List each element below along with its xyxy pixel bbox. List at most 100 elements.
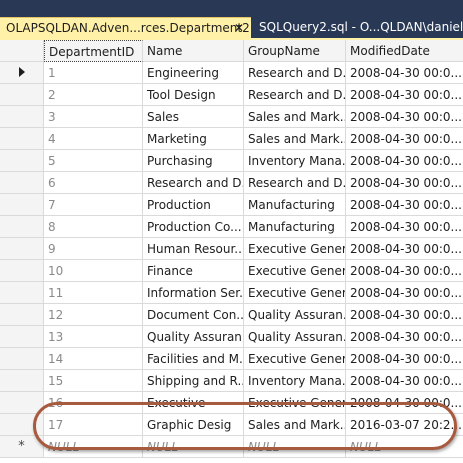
row-selector[interactable]: [0, 194, 44, 216]
row-selector[interactable]: [0, 304, 44, 326]
cell-departmentid[interactable]: 14: [44, 348, 143, 370]
cell-groupname[interactable]: Research and D...: [244, 62, 346, 84]
cell-name[interactable]: Quality Assuran...: [143, 326, 244, 348]
cell-name[interactable]: Production Co...: [143, 216, 244, 238]
row-selector[interactable]: [0, 238, 44, 260]
cell-modifieddate[interactable]: 2008-04-30 00:0...: [346, 62, 463, 84]
row-selector[interactable]: [0, 282, 44, 304]
cell-modifieddate[interactable]: 2008-04-30 00:0...: [346, 150, 463, 172]
cell-departmentid[interactable]: 12: [44, 304, 143, 326]
column-header-modifieddate[interactable]: ModifiedDate: [346, 40, 463, 62]
cell-modifieddate[interactable]: 2008-04-30 00:0...: [346, 128, 463, 150]
row-selector[interactable]: [0, 150, 44, 172]
cell-name[interactable]: Finance: [143, 260, 244, 282]
cell-name[interactable]: Shipping and R...: [143, 370, 244, 392]
table-row[interactable]: 9Human Resour...Executive Gener...2008-0…: [0, 238, 463, 260]
cell-departmentid[interactable]: 9: [44, 238, 143, 260]
row-selector[interactable]: [0, 370, 44, 392]
cell-departmentid[interactable]: 10: [44, 260, 143, 282]
cell-modifieddate[interactable]: 2008-04-30 00:0...: [346, 282, 463, 304]
cell-modifieddate[interactable]: 2008-04-30 00:0...: [346, 260, 463, 282]
cell-departmentid[interactable]: 2: [44, 84, 143, 106]
cell-name[interactable]: Facilities and M...: [143, 348, 244, 370]
row-selector[interactable]: [0, 326, 44, 348]
document-tab-strip: OLAPSQLDAN.Adven...rces.Department2 ✕ SQ…: [0, 0, 463, 40]
column-header-groupname[interactable]: GroupName: [244, 40, 346, 62]
cell-groupname[interactable]: Manufacturing: [244, 216, 346, 238]
table-row[interactable]: 1 Engineering Research and D... 2008-04-30 …: [0, 62, 463, 84]
table-row[interactable]: 12 Document Con... Quality Assuran... 2008-…: [0, 304, 463, 326]
table-row[interactable]: 2 Tool Design Research and D... 2008-04-30 …: [0, 84, 463, 106]
cell-departmentid[interactable]: 7: [44, 194, 143, 216]
cell-name[interactable]: Research and D...: [143, 172, 244, 194]
grid-header-row: DepartmentID Name GroupName ModifiedDate: [0, 40, 463, 62]
cell-modifieddate[interactable]: 2008-04-30 00:0...: [346, 238, 463, 260]
cell-groupname[interactable]: Executive Gener...: [244, 348, 346, 370]
cell-modifieddate[interactable]: 2008-04-30 00:0...: [346, 216, 463, 238]
cell-groupname[interactable]: Research and D...: [244, 172, 346, 194]
column-header-departmentid[interactable]: DepartmentID: [44, 40, 143, 62]
row-selector[interactable]: [0, 348, 44, 370]
cell-groupname[interactable]: Quality Assuran...: [244, 304, 346, 326]
cell-groupname[interactable]: Executive Gener...: [244, 238, 346, 260]
table-row[interactable]: 6 Research and D... Research and D... 2008-…: [0, 172, 463, 194]
cell-name[interactable]: Information Ser...: [143, 282, 244, 304]
cell-departmentid[interactable]: 3: [44, 106, 143, 128]
cell-groupname[interactable]: Inventory Mana...: [244, 370, 346, 392]
cell-groupname[interactable]: Executive Gener...: [244, 282, 346, 304]
table-row[interactable]: 14Facilities and M...Executive Gener...2…: [0, 348, 463, 370]
cell-name[interactable]: Human Resour...: [143, 238, 244, 260]
cell-name[interactable]: Engineering: [143, 62, 244, 84]
table-row[interactable]: 11Information Ser...Executive Gener...20…: [0, 282, 463, 304]
cell-modifieddate[interactable]: 2008-04-30 00:0...: [346, 106, 463, 128]
cell-modifieddate[interactable]: 2008-04-30 00:0...: [346, 304, 463, 326]
row-selector[interactable]: [0, 106, 44, 128]
cell-departmentid[interactable]: 8: [44, 216, 143, 238]
table-row[interactable]: 4 Marketing Sales and Mark... 2008-04-30 00…: [0, 128, 463, 150]
tab-department2[interactable]: OLAPSQLDAN.Adven...rces.Department2 ✕: [0, 17, 251, 38]
cell-departmentid[interactable]: 4: [44, 128, 143, 150]
cell-groupname[interactable]: Research and D...: [244, 84, 346, 106]
cell-departmentid[interactable]: 5: [44, 150, 143, 172]
row-selector[interactable]: [0, 260, 44, 282]
row-selector[interactable]: [0, 84, 44, 106]
cell-modifieddate[interactable]: 2008-04-30 00:0...: [346, 348, 463, 370]
cell-name[interactable]: Marketing: [143, 128, 244, 150]
cell-groupname[interactable]: Inventory Mana...: [244, 150, 346, 172]
cell-departmentid[interactable]: 1: [44, 62, 143, 84]
cell-name[interactable]: Purchasing: [143, 150, 244, 172]
cell-groupname[interactable]: Sales and Mark...: [244, 106, 346, 128]
cell-name[interactable]: Document Con...: [143, 304, 244, 326]
cell-departmentid[interactable]: 6: [44, 172, 143, 194]
cell-groupname[interactable]: Sales and Mark...: [244, 128, 346, 150]
cell-modifieddate[interactable]: 2008-04-30 00:0...: [346, 172, 463, 194]
tab-sqlquery2[interactable]: SQLQuery2.sql - O...QLDAN\daniel (52)): [253, 17, 463, 38]
column-header-name[interactable]: Name: [143, 40, 244, 62]
row-selector[interactable]: [0, 216, 44, 238]
table-row[interactable]: 8 Production Co... Manufacturing 2008-04-30…: [0, 216, 463, 238]
table-row[interactable]: 13 Quality Assuran... Quality Assuran... 20…: [0, 326, 463, 348]
row-selector[interactable]: [0, 128, 44, 150]
cell-groupname[interactable]: Manufacturing: [244, 194, 346, 216]
cell-modifieddate[interactable]: 2008-04-30 00:0...: [346, 370, 463, 392]
cell-modifieddate[interactable]: 2008-04-30 00:0...: [346, 84, 463, 106]
select-all-corner[interactable]: [0, 40, 44, 62]
table-row[interactable]: 7 Production Manufacturing 2008-04-30 00:0.…: [0, 194, 463, 216]
table-row[interactable]: 15 Shipping and R... Inventory Mana... 2008…: [0, 370, 463, 392]
cell-modifieddate[interactable]: 2008-04-30 00:0...: [346, 194, 463, 216]
close-tab-icon[interactable]: ✕: [232, 18, 246, 38]
cell-departmentid[interactable]: 15: [44, 370, 143, 392]
table-row[interactable]: 10FinanceExecutive Gener...2008-04-30 00…: [0, 260, 463, 282]
cell-groupname[interactable]: Executive Gener...: [244, 260, 346, 282]
table-row[interactable]: 3 Sales Sales and Mark... 2008-04-30 00:0..…: [0, 106, 463, 128]
cell-departmentid[interactable]: 11: [44, 282, 143, 304]
cell-departmentid[interactable]: 13: [44, 326, 143, 348]
cell-name[interactable]: Tool Design: [143, 84, 244, 106]
cell-groupname[interactable]: Quality Assuran...: [244, 326, 346, 348]
cell-name[interactable]: Sales: [143, 106, 244, 128]
cell-modifieddate[interactable]: 2008-04-30 00:0...: [346, 326, 463, 348]
row-selector[interactable]: [0, 62, 44, 84]
cell-name[interactable]: Production: [143, 194, 244, 216]
table-row[interactable]: 5 Purchasing Inventory Mana... 2008-04-30 0…: [0, 150, 463, 172]
row-selector[interactable]: [0, 172, 44, 194]
